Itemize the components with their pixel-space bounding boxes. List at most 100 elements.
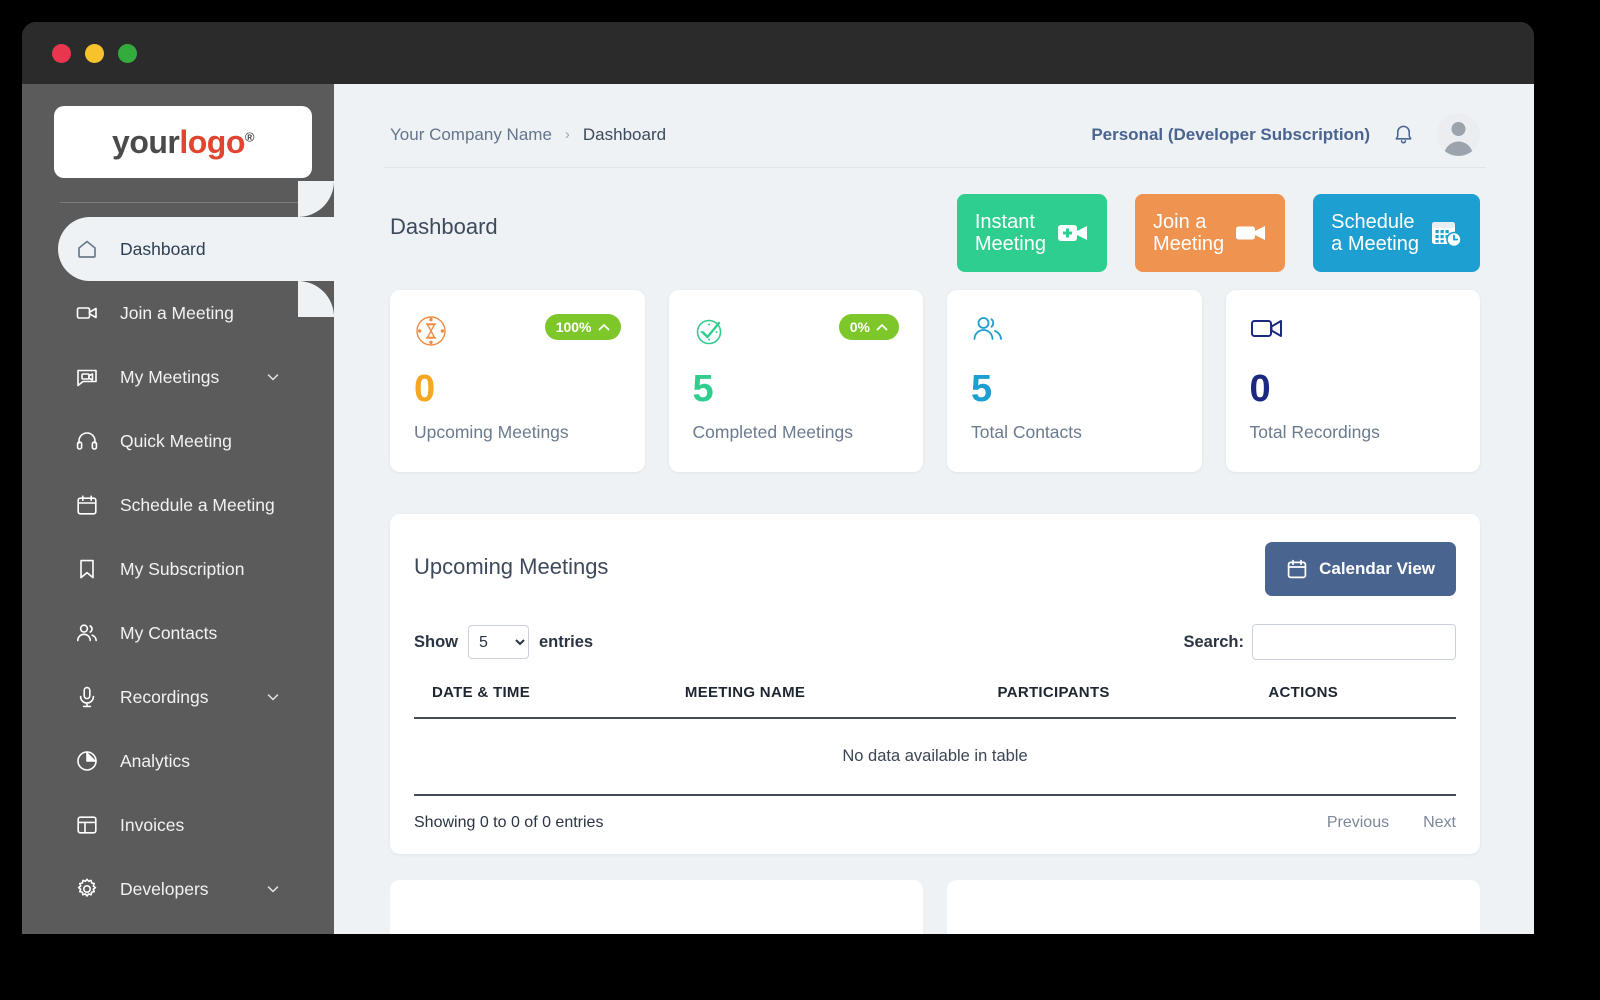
- entries-select[interactable]: 5102550100: [468, 625, 529, 659]
- caret-up-icon: [598, 323, 610, 332]
- table-footer: Showing 0 to 0 of 0 entries Previous Nex…: [414, 814, 1456, 832]
- users-icon: [74, 620, 100, 646]
- sidebar-item-my-subscription[interactable]: My Subscription: [22, 537, 334, 601]
- stat-label: Upcoming Meetings: [414, 422, 621, 443]
- sidebar-item-recordings[interactable]: Recordings: [22, 665, 334, 729]
- logo-word-2: logo: [179, 124, 245, 160]
- sidebar-item-label: Recordings: [120, 687, 209, 708]
- table-header-row: DATE & TIME MEETING NAME PARTICIPANTS AC…: [414, 684, 1456, 718]
- content-header: Your Company Name › Dashboard Personal (…: [384, 102, 1486, 168]
- logo-text: yourlogo®: [112, 124, 254, 161]
- stat-card-top: [971, 314, 1178, 356]
- calendar-view-button[interactable]: Calendar View: [1265, 542, 1456, 596]
- column-header-meeting-name[interactable]: MEETING NAME: [685, 684, 998, 718]
- chevron-down-icon[interactable]: [266, 882, 280, 896]
- column-header-actions[interactable]: ACTIONS: [1268, 684, 1456, 718]
- pagination-next[interactable]: Next: [1423, 814, 1456, 832]
- stat-card-top: [1250, 314, 1457, 356]
- stat-card-upcoming-meetings: 100% 0 Upcoming Meetings: [390, 290, 645, 472]
- bottom-panel-right: [947, 880, 1480, 934]
- instant-meeting-button[interactable]: Instant Meeting: [957, 194, 1107, 272]
- home-icon: [74, 236, 100, 262]
- video-plus-icon: [1057, 218, 1089, 248]
- sidebar-item-schedule-a-meeting[interactable]: Schedule a Meeting: [22, 473, 334, 537]
- sidebar: yourlogo® Dashboard: [22, 84, 334, 934]
- join-meeting-button[interactable]: Join a Meeting: [1135, 194, 1285, 272]
- badge-value: 0%: [850, 319, 870, 335]
- pie-chart-icon: [74, 748, 100, 774]
- headset-icon: [74, 428, 100, 454]
- show-label: Show: [414, 633, 458, 652]
- sidebar-item-label: Analytics: [120, 751, 190, 772]
- calendar-icon: [1286, 558, 1308, 580]
- table-controls: Show 5102550100 entries Search:: [414, 624, 1456, 660]
- bottom-panel-left: [390, 880, 923, 934]
- sidebar-divider: [60, 202, 312, 203]
- sidebar-item-my-contacts[interactable]: My Contacts: [22, 601, 334, 665]
- bookmark-icon: [74, 556, 100, 582]
- sidebar-item-developers[interactable]: Developers: [22, 857, 334, 921]
- video-icon: [1235, 218, 1267, 248]
- entries-label: entries: [539, 633, 593, 652]
- search-control: Search:: [1183, 624, 1456, 660]
- breadcrumb-company[interactable]: Your Company Name: [390, 125, 552, 145]
- stat-label: Total Recordings: [1250, 422, 1457, 443]
- sidebar-nav: Dashboard Join a Meeting: [22, 217, 334, 921]
- app-logo[interactable]: yourlogo®: [54, 106, 312, 178]
- column-header-date-time[interactable]: DATE & TIME: [414, 684, 685, 718]
- sidebar-item-label: Quick Meeting: [120, 431, 232, 452]
- logo-word-1: your: [112, 124, 179, 160]
- maximize-window-button[interactable]: [118, 44, 137, 63]
- button-label: Instant Meeting: [975, 211, 1046, 256]
- table-body: No data available in table: [414, 718, 1456, 795]
- chevron-down-icon[interactable]: [266, 690, 280, 704]
- sidebar-item-quick-meeting[interactable]: Quick Meeting: [22, 409, 334, 473]
- sidebar-item-invoices[interactable]: Invoices: [22, 793, 334, 857]
- subscription-label[interactable]: Personal (Developer Subscription): [1091, 125, 1370, 145]
- sidebar-item-label: Invoices: [120, 815, 184, 836]
- stat-card-total-recordings: 0 Total Recordings: [1226, 290, 1481, 472]
- panel-header: Upcoming Meetings Calendar View: [414, 542, 1456, 596]
- minimize-window-button[interactable]: [85, 44, 104, 63]
- stat-card-total-contacts: 5 Total Contacts: [947, 290, 1202, 472]
- stat-label: Total Contacts: [971, 422, 1178, 443]
- avatar[interactable]: [1437, 113, 1480, 156]
- stat-card-completed-meetings: 0% 5 Completed Meetings: [669, 290, 924, 472]
- stat-label: Completed Meetings: [693, 422, 900, 443]
- window-titlebar: [22, 22, 1534, 84]
- clock-check-icon: [693, 314, 727, 348]
- search-input[interactable]: [1252, 624, 1456, 660]
- stat-value: 0: [1250, 370, 1457, 408]
- bell-icon[interactable]: [1392, 123, 1415, 146]
- sidebar-item-label: My Meetings: [120, 367, 219, 388]
- stat-cards: 100% 0 Upcoming Meetings: [384, 272, 1486, 472]
- pagination: Previous Next: [1327, 814, 1456, 832]
- schedule-meeting-button[interactable]: Schedule a Meeting: [1313, 194, 1480, 272]
- stat-card-top: 0%: [693, 314, 900, 356]
- sidebar-item-label: Join a Meeting: [120, 303, 234, 324]
- sidebar-item-analytics[interactable]: Analytics: [22, 729, 334, 793]
- sidebar-item-dashboard[interactable]: Dashboard: [22, 217, 334, 281]
- sidebar-item-join-a-meeting[interactable]: Join a Meeting: [22, 281, 334, 345]
- pagination-previous[interactable]: Previous: [1327, 814, 1389, 832]
- sidebar-notch-top: [298, 181, 334, 217]
- logo-registered-mark: ®: [245, 129, 254, 144]
- users-icon: [971, 314, 1005, 346]
- app-window: yourlogo® Dashboard: [22, 22, 1534, 934]
- close-window-button[interactable]: [52, 44, 71, 63]
- sidebar-item-label: Developers: [120, 879, 209, 900]
- status-badge: 0%: [839, 314, 899, 340]
- column-header-participants[interactable]: PARTICIPANTS: [998, 684, 1269, 718]
- content-surface: Your Company Name › Dashboard Personal (…: [358, 102, 1512, 934]
- sidebar-item-label: My Subscription: [120, 559, 245, 580]
- calendar-clock-icon: [1430, 218, 1462, 248]
- action-buttons: Instant Meeting Join a Meeting: [957, 194, 1480, 272]
- meetings-table: DATE & TIME MEETING NAME PARTICIPANTS AC…: [414, 684, 1456, 796]
- chevron-down-icon[interactable]: [266, 370, 280, 384]
- panel-title: Upcoming Meetings: [414, 542, 608, 580]
- sidebar-item-my-meetings[interactable]: My Meetings: [22, 345, 334, 409]
- stat-value: 5: [693, 370, 900, 408]
- page-action-row: Dashboard Instant Meeting: [384, 168, 1486, 272]
- video-icon: [1250, 314, 1286, 344]
- sidebar-item-label: Dashboard: [120, 239, 206, 260]
